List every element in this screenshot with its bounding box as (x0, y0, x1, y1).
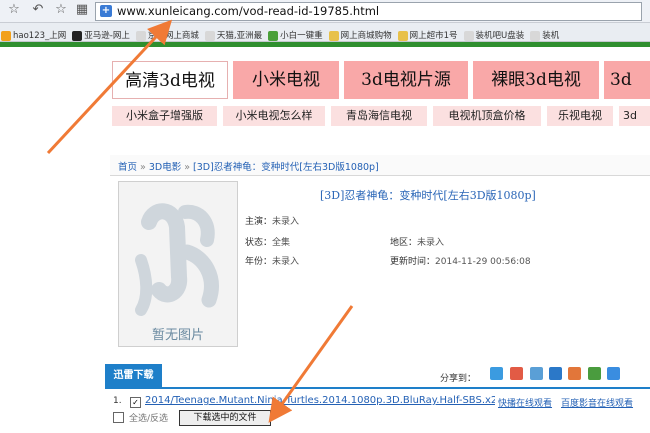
annotation-arrow-url (46, 19, 173, 155)
annotation-arrows (46, 19, 354, 423)
annotation-arrow-button (268, 305, 354, 423)
